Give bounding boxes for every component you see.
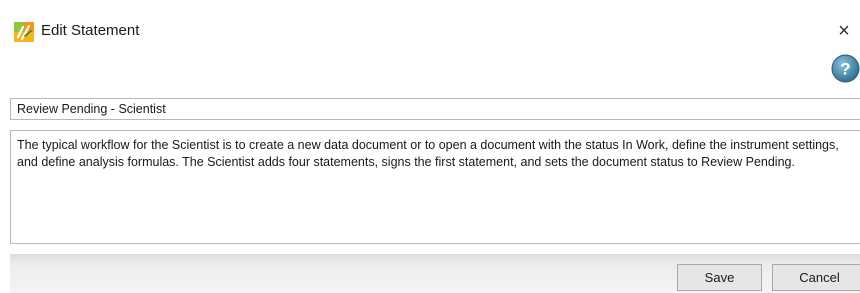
help-glyph: ?	[840, 60, 850, 79]
save-button[interactable]: Save	[677, 264, 762, 291]
title-bar: Edit Statement ×	[0, 0, 860, 56]
close-icon[interactable]: ×	[834, 20, 854, 42]
dialog-title: Edit Statement	[41, 22, 140, 39]
app-logo-icon	[14, 22, 34, 42]
statement-description-field[interactable]: The typical workflow for the Scientist i…	[10, 130, 860, 244]
edit-statement-dialog: Edit Statement × ? Review Pending - Scie…	[0, 0, 860, 293]
help-icon[interactable]: ?	[831, 54, 860, 83]
cancel-button[interactable]: Cancel	[772, 264, 860, 291]
statement-name-field[interactable]: Review Pending - Scientist	[10, 98, 860, 120]
